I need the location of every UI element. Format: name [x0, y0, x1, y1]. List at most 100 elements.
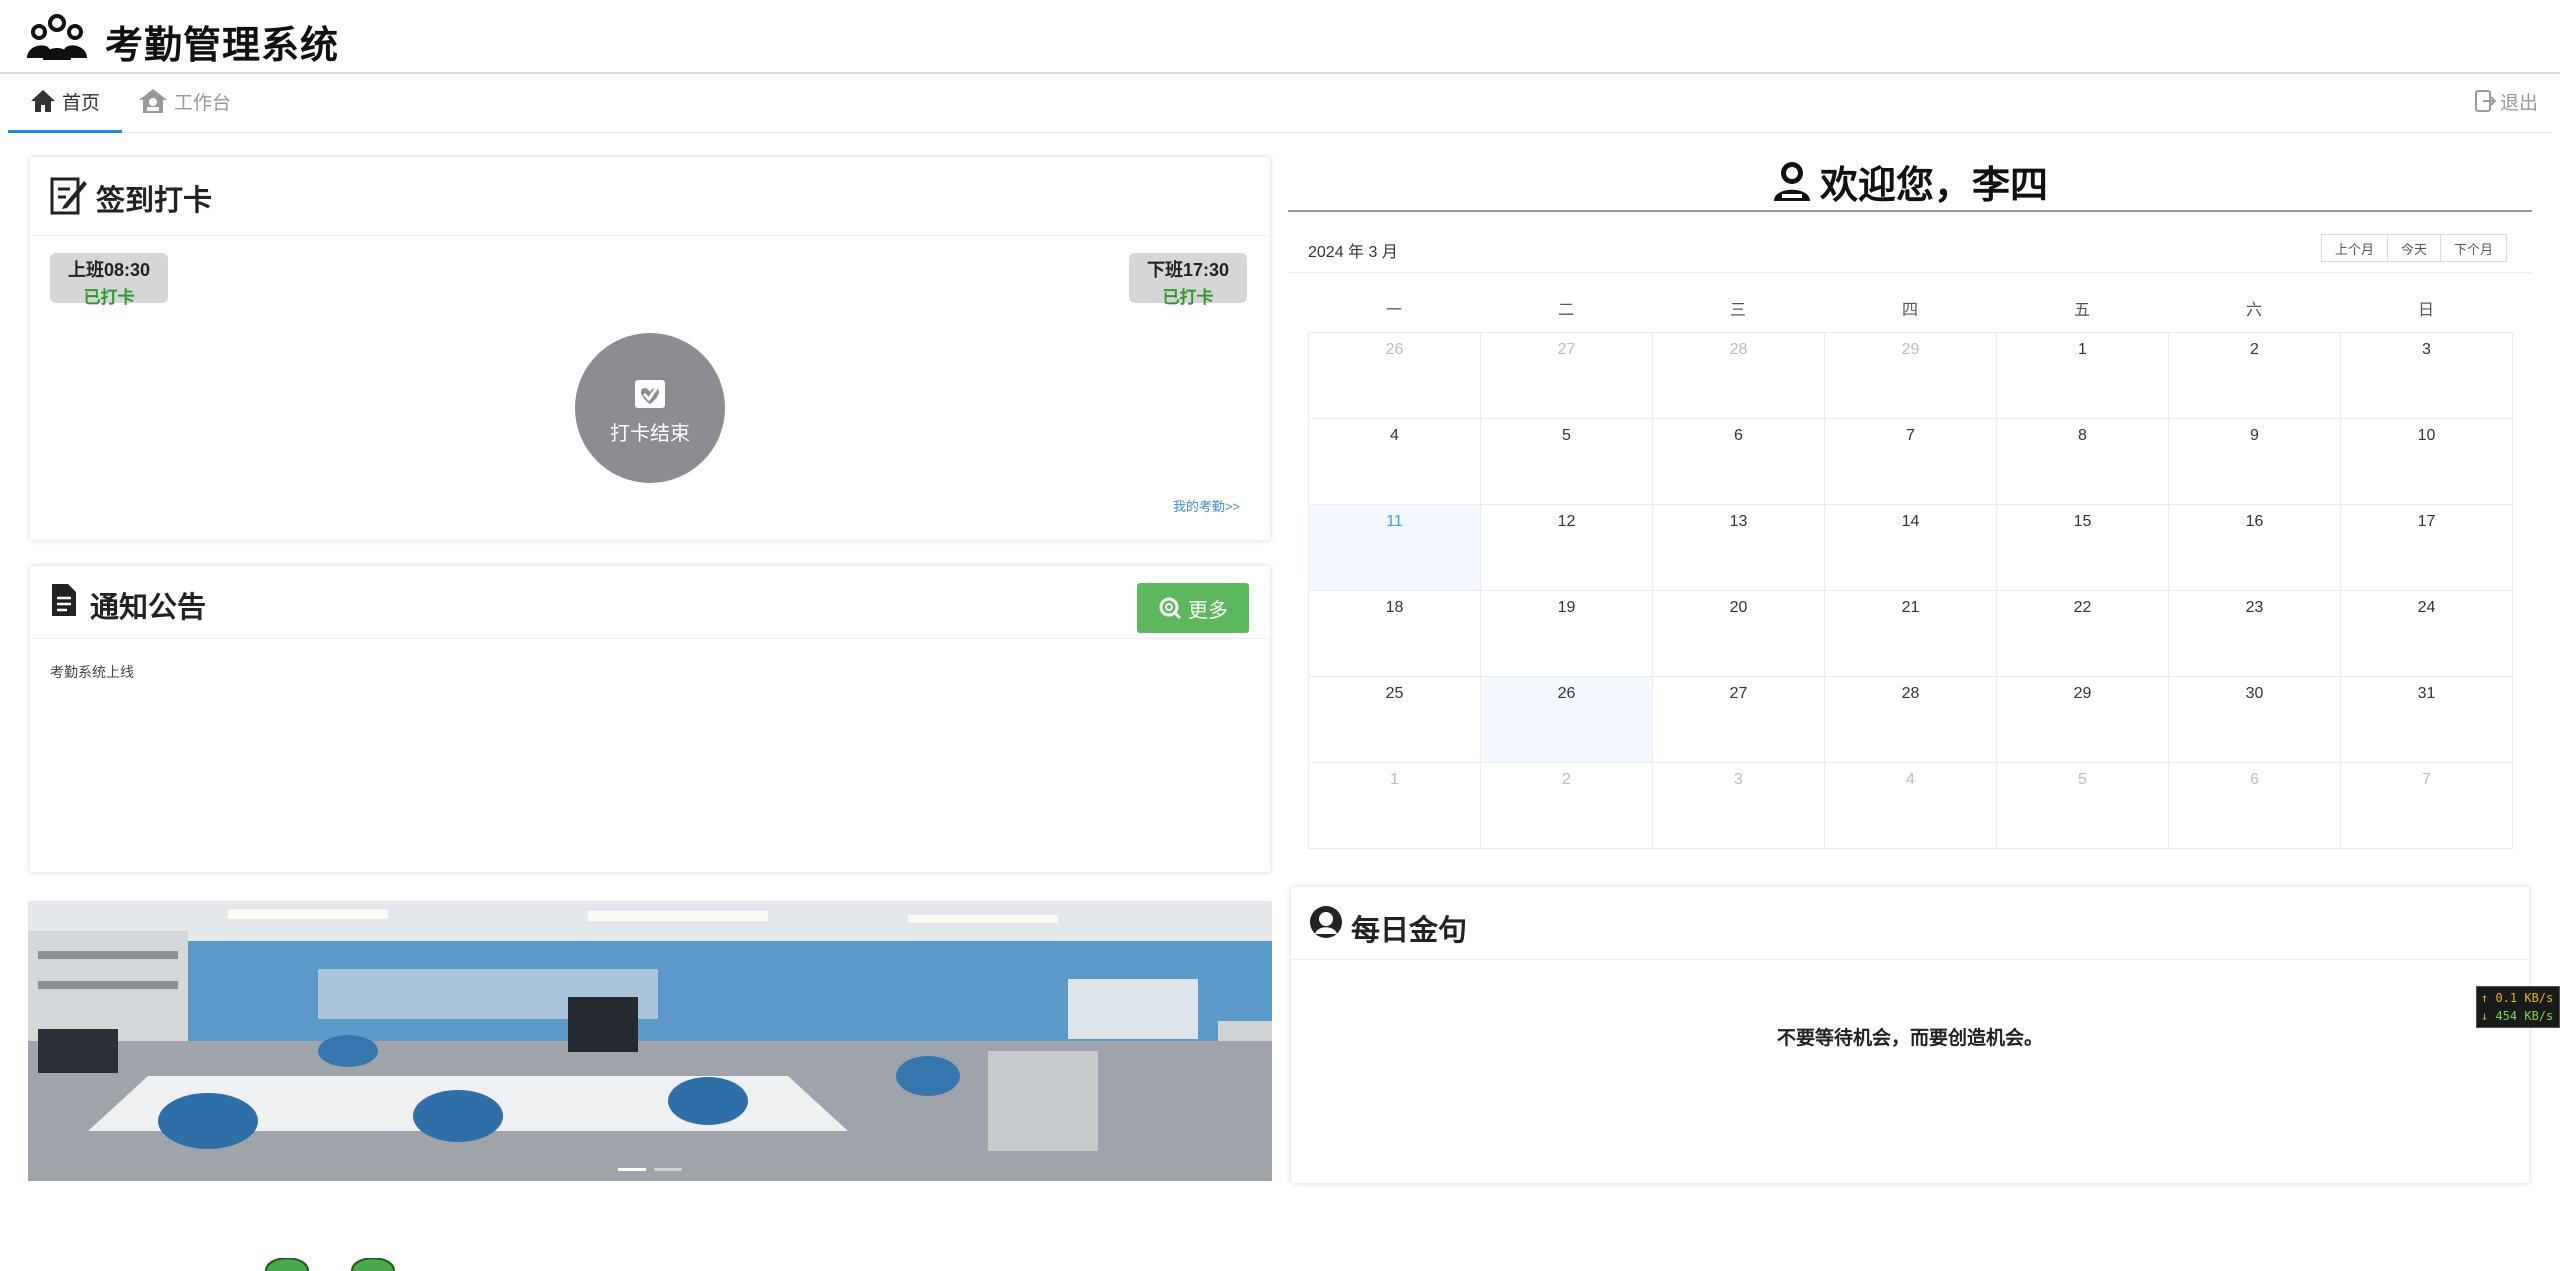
end-time-status: 已打卡 [1162, 288, 1214, 307]
calendar-day[interactable]: 2 [2169, 333, 2341, 419]
calendar-day[interactable]: 16 [2169, 505, 2341, 591]
weekday-label: 日 [2417, 302, 2434, 319]
search-icon [1159, 597, 1182, 620]
calendar-grid: 26 27 28 29 1 2 3 4 5 6 7 8 9 10 11 12 13 14 15 16 17 18 19 20 2… [1308, 332, 2513, 849]
today-button[interactable]: 今天 [2387, 234, 2442, 262]
checkin-card-title: 签到打卡 [96, 185, 213, 217]
start-time-badge: 上班08:30 已打卡 [50, 253, 168, 307]
office-banner-image [28, 901, 1272, 1181]
notice-card-header: 通知公告 更多 [30, 566, 1270, 639]
calendar-day[interactable]: 1 [1309, 763, 1481, 849]
calendar-day[interactable]: 1 [1997, 333, 2169, 419]
calendar-nav-buttons: 上个月 今天 下个月 [2321, 234, 2508, 262]
office-banner-carousel[interactable] [28, 901, 1272, 1181]
checkin-card: 签到打卡 上班08:30 已打卡 下班17:30 已打卡 打卡结束 我的考勤>> [30, 157, 1270, 540]
calendar-day[interactable]: 23 [2169, 591, 2341, 677]
calendar-day[interactable]: 8 [1997, 419, 2169, 505]
calendar-day[interactable]: 13 [1653, 505, 1825, 591]
calendar-day[interactable]: 22 [1997, 591, 2169, 677]
calendar-weekday-header: 一 二 三 四 五 六 日 [1308, 296, 2512, 320]
prev-month-button[interactable]: 上个月 [2321, 234, 2389, 262]
calendar-day[interactable]: 19 [1481, 591, 1653, 677]
calendar-day[interactable]: 28 [1825, 677, 1997, 763]
calendar-day[interactable]: 20 [1653, 591, 1825, 677]
calendar-day[interactable]: 25 [1309, 677, 1481, 763]
calendar-day[interactable]: 9 [2169, 419, 2341, 505]
calendar-day[interactable]: 27 [1653, 677, 1825, 763]
home-icon [31, 90, 55, 112]
more-button[interactable]: 更多 [1137, 583, 1249, 633]
start-time-status: 已打卡 [83, 288, 135, 307]
upload-speed: ↑ 0.1 KB/s [2481, 991, 2554, 1005]
top-nav: 首页 工作台 退出 [8, 72, 2552, 133]
welcome-text: 欢迎您，李四 [1819, 164, 2048, 207]
calendar-day[interactable]: 4 [1825, 763, 1997, 849]
carousel-indicators [28, 1168, 1272, 1171]
calendar-day[interactable]: 3 [1653, 763, 1825, 849]
punch-label: 打卡结束 [610, 423, 690, 445]
calendar-day[interactable]: 5 [1481, 419, 1653, 505]
calendar-day[interactable]: 21 [1825, 591, 1997, 677]
end-time-badge: 下班17:30 已打卡 [1129, 253, 1247, 307]
calendar-day[interactable]: 14 [1825, 505, 1997, 591]
calendar-month-label: 2024 年 3 月 [1308, 244, 1398, 261]
tab-workbench-label: 工作台 [174, 92, 232, 114]
calendar-divider [1288, 272, 2532, 273]
calendar-day[interactable]: 29 [1825, 333, 1997, 419]
carousel-dot[interactable] [618, 1168, 646, 1171]
next-month-button[interactable]: 下个月 [2440, 234, 2508, 262]
daily-quote-card: 每日金句 不要等待机会，而要创造机会。 [1291, 887, 2529, 1183]
calendar-day[interactable]: 6 [2169, 763, 2341, 849]
weekday-label: 六 [2245, 302, 2262, 319]
weekday-label: 四 [1901, 302, 1918, 319]
calendar-day[interactable]: 4 [1309, 419, 1481, 505]
daily-quote-text: 不要等待机会，而要创造机会。 [1776, 1028, 2043, 1049]
tab-home[interactable]: 首页 [8, 72, 123, 133]
tab-workbench[interactable]: 工作台 [138, 72, 231, 130]
calendar-day[interactable]: 30 [2169, 677, 2341, 763]
calendar-day[interactable]: 26 [1309, 333, 1481, 419]
calendar-day[interactable]: 31 [2341, 677, 2513, 763]
calendar-day-today[interactable]: 11 [1309, 505, 1481, 591]
heart-check-icon [635, 380, 665, 408]
notice-card-title: 通知公告 [90, 592, 207, 624]
weekday-label: 一 [1385, 302, 1402, 319]
download-speed: ↓ 454 KB/s [2481, 1009, 2554, 1023]
app-title: 考勤管理系统 [105, 25, 340, 67]
weekday-label: 三 [1729, 302, 1746, 319]
calendar-day[interactable]: 29 [1997, 677, 2169, 763]
quote-card-title: 每日金句 [1351, 915, 1468, 947]
more-button-label: 更多 [1188, 599, 1228, 622]
app-header: 考勤管理系统 [0, 0, 2560, 74]
calendar-day[interactable]: 24 [2341, 591, 2513, 677]
network-speed-widget: ↑ 0.1 KB/s ↓ 454 KB/s [2476, 986, 2560, 1028]
notice-item[interactable]: 考勤系统上线 [50, 662, 134, 682]
calendar-day[interactable]: 7 [2341, 763, 2513, 849]
calendar-day[interactable]: 15 [1997, 505, 2169, 591]
carousel-dot[interactable] [654, 1168, 682, 1171]
calendar-day[interactable]: 28 [1653, 333, 1825, 419]
calendar-day[interactable]: 2 [1481, 763, 1653, 849]
group-users-icon [27, 14, 87, 60]
punch-button[interactable]: 打卡结束 [575, 333, 725, 483]
welcome-banner: 欢迎您，李四 [1288, 152, 2532, 212]
my-attendance-link[interactable]: 我的考勤>> [1173, 496, 1240, 515]
calendar-day[interactable]: 6 [1653, 419, 1825, 505]
calendar-day-selected[interactable]: 26 [1481, 677, 1653, 763]
document-icon [52, 584, 76, 616]
calendar-day[interactable]: 10 [2341, 419, 2513, 505]
calendar-day[interactable]: 3 [2341, 333, 2513, 419]
calendar-day[interactable]: 17 [2341, 505, 2513, 591]
notice-card: 通知公告 更多 考勤系统上线 [30, 566, 1270, 872]
workbench-icon [139, 89, 167, 113]
calendar-day[interactable]: 27 [1481, 333, 1653, 419]
logout-icon [2474, 90, 2496, 112]
user-avatar-icon [1310, 906, 1342, 938]
calendar-day[interactable]: 12 [1481, 505, 1653, 591]
bottom-decoration-icon [265, 1258, 395, 1271]
calendar-day[interactable]: 5 [1997, 763, 2169, 849]
logout-button[interactable]: 退出 [2474, 72, 2538, 130]
calendar-day[interactable]: 18 [1309, 591, 1481, 677]
checkin-card-header: 签到打卡 [30, 157, 1270, 236]
calendar-day[interactable]: 7 [1825, 419, 1997, 505]
